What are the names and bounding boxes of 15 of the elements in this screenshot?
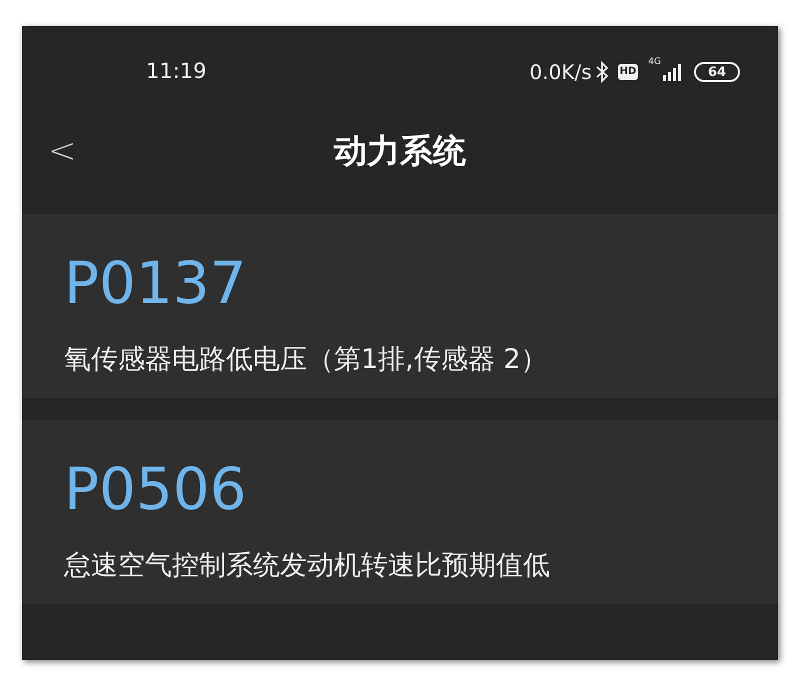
code-description: 怠速空气控制系统发动机转速比预期值低 [64, 549, 551, 583]
hd-badge: HD [618, 64, 638, 80]
back-button[interactable]: < [48, 134, 76, 168]
code-card[interactable]: P0506 怠速空气控制系统发动机转速比预期值低 [22, 420, 778, 604]
trouble-code: P0137 [64, 254, 248, 312]
network-type: 4G [648, 56, 661, 69]
code-card[interactable]: P0137 氧传感器电路低电压（第1排,传感器 2） [22, 214, 778, 398]
trouble-code: P0506 [64, 460, 248, 518]
page-title: 动力系统 [334, 130, 466, 172]
network-speed: 0.0K/s [530, 59, 592, 86]
code-description: 氧传感器电路低电压（第1排,传感器 2） [64, 343, 549, 377]
battery-icon: 64 [694, 62, 740, 82]
status-time: 11:19 [146, 58, 207, 86]
bluetooth-icon [596, 61, 608, 83]
signal-icon [662, 63, 682, 81]
